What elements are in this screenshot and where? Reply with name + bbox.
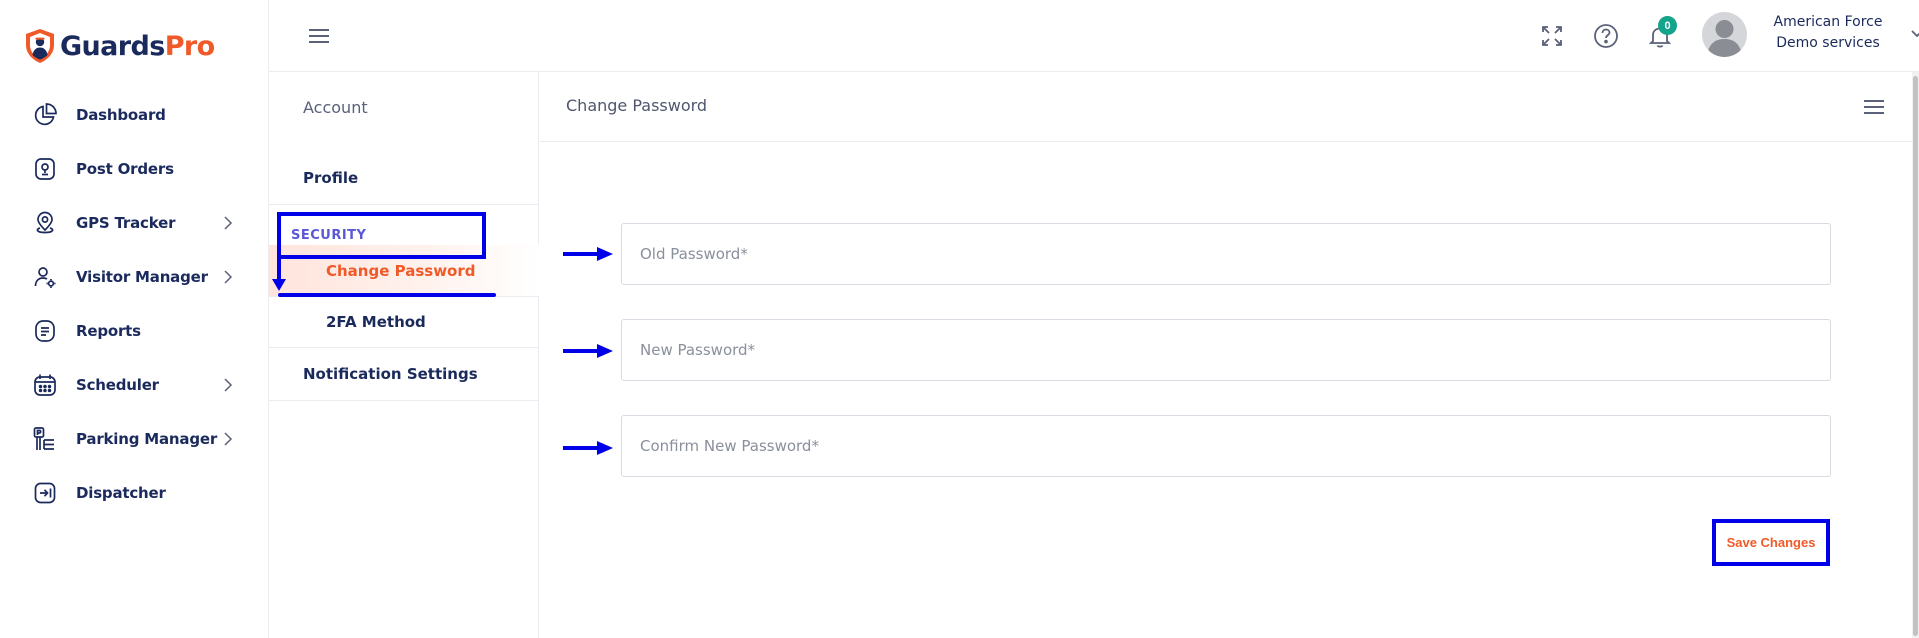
annotation-down-arrow	[277, 226, 281, 282]
shield-logo-icon	[26, 29, 54, 63]
sidebar-item-label: Dispatcher	[76, 484, 166, 502]
old-password-input[interactable]	[640, 224, 1830, 284]
settings-submenu: Account Profile Change Password SECURITY…	[269, 72, 539, 638]
top-bar: 0 American Force Demo services	[269, 0, 1919, 72]
user-organization: Demo services	[1776, 35, 1880, 51]
badge-icon	[30, 154, 60, 184]
sidebar-item-label: Parking Manager	[76, 430, 218, 448]
brand-name: GuardsPro	[60, 30, 215, 62]
map-pin-icon	[30, 208, 60, 238]
sidebar-item-dashboard[interactable]: Dashboard	[0, 88, 269, 142]
sidebar-item-gps-tracker[interactable]: GPS Tracker	[0, 196, 269, 250]
report-icon	[30, 316, 60, 346]
brand-logo[interactable]: GuardsPro	[24, 27, 215, 65]
save-changes-button[interactable]: Save Changes	[1712, 519, 1830, 566]
old-password-field[interactable]	[621, 223, 1831, 285]
page-scrollbar[interactable]	[1912, 72, 1919, 638]
main-nav: Dashboard Post Orders GPS Tracker Visito…	[0, 88, 269, 520]
chevron-right-icon	[224, 216, 233, 230]
sidebar-item-dispatcher[interactable]: Dispatcher	[0, 466, 269, 520]
annotation-arrow-icon	[563, 247, 613, 261]
annotation-arrow-icon	[563, 441, 613, 455]
sidebar-item-label: Visitor Manager	[76, 268, 208, 286]
sidebar-item-label: Scheduler	[76, 376, 159, 394]
parking-icon	[30, 424, 60, 454]
new-password-field[interactable]	[621, 319, 1831, 381]
user-name: American Force	[1773, 14, 1883, 30]
sidebar-item-scheduler[interactable]: Scheduler	[0, 358, 269, 412]
settings-item-notification-settings[interactable]: Notification Settings	[269, 348, 539, 401]
annotation-underline	[278, 293, 496, 297]
settings-heading: Account	[303, 98, 368, 117]
page-title: Change Password	[566, 96, 708, 115]
sidebar: GuardsPro Dashboard Post Orders GPS Trac…	[0, 0, 269, 638]
panel-header: Change Password	[540, 72, 1912, 142]
dispatch-icon	[30, 478, 60, 508]
scrollbar-thumb[interactable]	[1913, 76, 1918, 636]
pie-chart-icon	[30, 100, 60, 130]
panel-menu-icon[interactable]	[1862, 97, 1886, 117]
confirm-password-field[interactable]	[621, 415, 1831, 477]
annotation-arrow-icon	[563, 344, 613, 358]
sidebar-item-label: GPS Tracker	[76, 214, 176, 232]
notification-count-badge: 0	[1658, 16, 1677, 35]
sidebar-item-label: Dashboard	[76, 106, 166, 124]
new-password-input[interactable]	[640, 320, 1830, 380]
sidebar-item-post-orders[interactable]: Post Orders	[0, 142, 269, 196]
annotation-arrowhead	[272, 279, 286, 291]
change-password-panel: Change Password Save Changes	[540, 72, 1912, 638]
chevron-down-icon[interactable]	[1909, 28, 1919, 40]
sidebar-item-visitor-manager[interactable]: Visitor Manager	[0, 250, 269, 304]
user-gear-icon	[30, 262, 60, 292]
help-icon[interactable]	[1592, 22, 1620, 50]
sidebar-item-label: Reports	[76, 322, 141, 340]
chevron-right-icon	[224, 270, 233, 284]
chevron-right-icon	[224, 378, 233, 392]
calendar-icon	[30, 370, 60, 400]
settings-item-profile[interactable]: Profile	[269, 152, 539, 205]
chevron-right-icon	[224, 432, 233, 446]
settings-section-security[interactable]: SECURITY	[277, 212, 486, 259]
fullscreen-icon[interactable]	[1538, 22, 1566, 50]
user-silhouette-icon	[1707, 20, 1742, 57]
hamburger-menu-icon[interactable]	[307, 26, 331, 46]
sidebar-item-reports[interactable]: Reports	[0, 304, 269, 358]
settings-item-2fa-method[interactable]: 2FA Method	[269, 296, 539, 348]
sidebar-item-parking-manager[interactable]: Parking Manager	[0, 412, 269, 466]
user-avatar[interactable]	[1702, 12, 1747, 57]
sidebar-item-label: Post Orders	[76, 160, 174, 178]
confirm-password-input[interactable]	[640, 416, 1830, 476]
